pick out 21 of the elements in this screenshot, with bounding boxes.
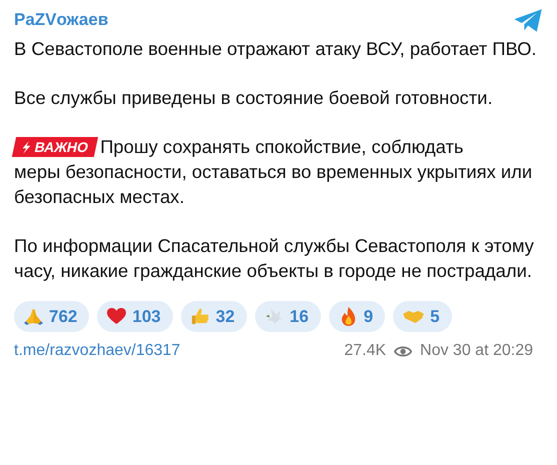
view-count: 27.4K: [344, 342, 386, 360]
post-date: Nov 30 at 20:29: [420, 342, 533, 360]
heart-icon: [107, 308, 126, 325]
reaction-button[interactable]: 5: [393, 301, 452, 332]
reaction-button[interactable]: 32: [180, 301, 247, 332]
post-paragraph: меры безопасности, оставаться во временных укрытиях или безопасных местах.: [14, 160, 534, 209]
reaction-button[interactable]: 9: [328, 301, 386, 332]
important-badge: ВАЖНО: [12, 136, 98, 156]
reaction-button[interactable]: 16: [254, 301, 321, 332]
eye-icon: [394, 344, 412, 358]
reaction-button[interactable]: 762: [14, 301, 90, 332]
post-paragraph: Все службы приведены в состояние боевой готовности.: [14, 86, 494, 110]
post-paragraph: Прошу сохранять спокойствие, соблюдать: [100, 135, 464, 159]
channel-name[interactable]: PaZVожаев: [14, 10, 108, 30]
post-paragraph: В Севастополе военные отражают атаку ВСУ, работает ПВО.: [14, 37, 538, 61]
reaction-button[interactable]: 103: [97, 301, 173, 332]
praying-hands-icon: [24, 307, 43, 326]
post-paragraph: По информации Спасательной службы Севастополя к этому часу, никакие гражданские объекты в городе не пострадали.: [14, 234, 535, 283]
paper-plane-icon: [513, 8, 543, 32]
thumbs-up-icon: [190, 307, 210, 326]
post-link[interactable]: t.me/razvozhaev/16317: [14, 342, 180, 360]
